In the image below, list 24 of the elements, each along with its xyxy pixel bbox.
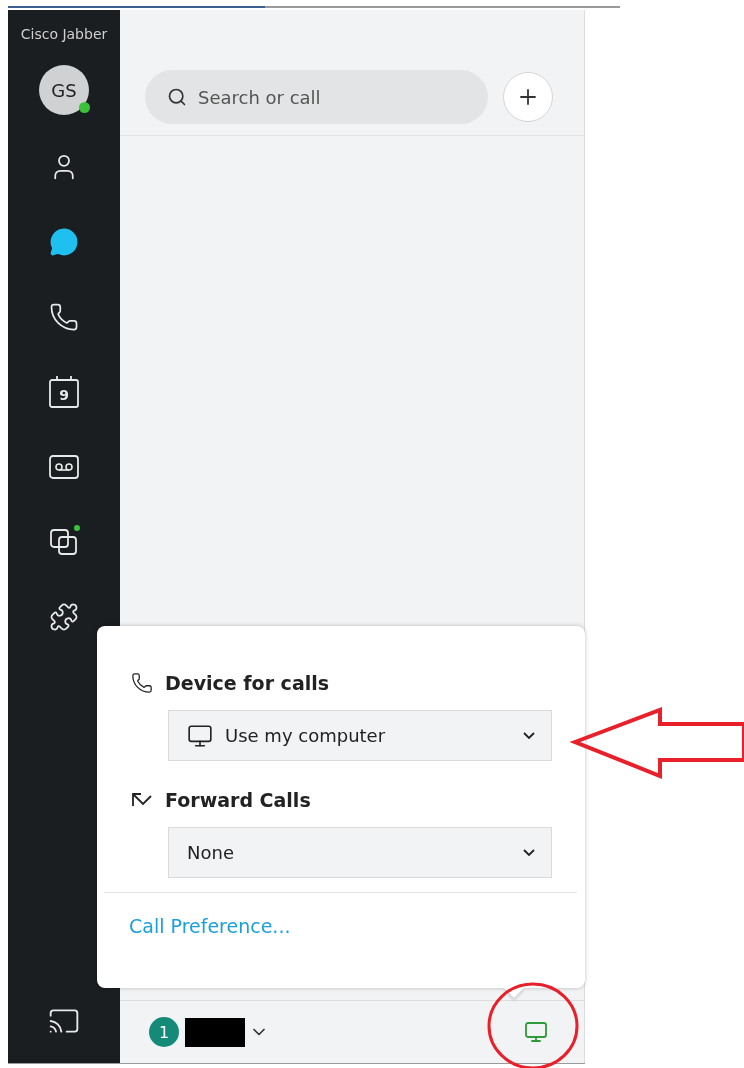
chevron-down-icon (523, 732, 535, 739)
dropdown[interactable]: None (168, 827, 552, 878)
add-button[interactable] (503, 72, 553, 122)
search-icon (167, 87, 187, 107)
overlapping-squares-icon (49, 527, 79, 557)
section-title: Forward Calls (165, 789, 311, 811)
forward-arrow-icon (131, 792, 153, 808)
puzzle-icon (49, 602, 79, 632)
count-badge: 1 (149, 1017, 179, 1047)
phone-icon (131, 672, 153, 694)
chevron-down-icon (523, 849, 535, 856)
dropdown[interactable]: Use my computer (168, 710, 552, 761)
redacted-block (185, 1017, 245, 1047)
avatar[interactable]: GS (39, 65, 89, 115)
monitor-icon (524, 1020, 548, 1044)
voicemail-icon (48, 454, 80, 480)
phone-icon (49, 302, 79, 332)
search-field[interactable]: Search or call (145, 70, 488, 124)
chat-bubble-icon (49, 227, 79, 257)
app-title: Cisco Jabber (20, 26, 108, 42)
notification-dot-icon (74, 525, 80, 531)
section-title: Device for calls (165, 672, 330, 694)
monitor-icon (187, 722, 213, 749)
device-button[interactable] (524, 1020, 548, 1044)
